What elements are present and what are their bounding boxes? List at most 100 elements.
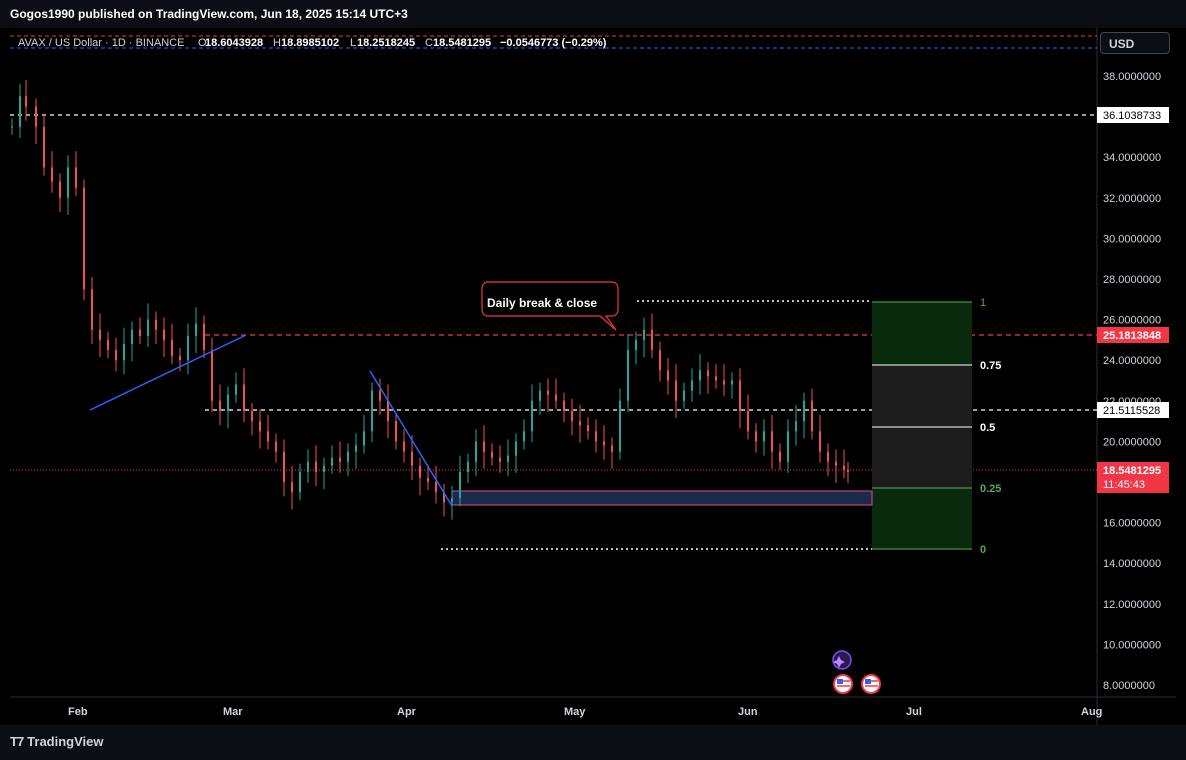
fib-label-025: 0.25 <box>980 483 1001 495</box>
fib-label-05: 0.5 <box>980 422 995 434</box>
price-label-top: 36.1038733 <box>1097 107 1169 123</box>
price-label-red-text: 25.1813848 <box>1103 330 1161 342</box>
candle-body <box>51 167 53 182</box>
candle-body <box>267 431 269 442</box>
candle-body <box>347 451 349 462</box>
candle-body <box>699 370 701 381</box>
price-tick-label: 34.0000000 <box>1103 152 1161 164</box>
candle-body <box>203 323 205 351</box>
candle-body <box>835 461 837 466</box>
candle-body <box>163 329 165 340</box>
price-chart[interactable]: AVAX / US Dollar · 1D · BINANCE O 18.604… <box>10 28 1176 725</box>
candle-body <box>451 498 453 503</box>
candle-body <box>627 350 629 401</box>
fib-label-1: 1 <box>980 297 986 309</box>
candle-body <box>331 457 333 466</box>
price-tick-label: 30.0000000 <box>1103 233 1161 245</box>
candle-body <box>419 465 421 478</box>
price-tick-label: 20.0000000 <box>1103 436 1161 448</box>
time-label-apr: Apr <box>397 706 417 718</box>
candle-body <box>67 167 69 198</box>
us-flag-event-icon[interactable] <box>833 674 853 694</box>
legend-close-label: C <box>425 37 433 49</box>
legend-symbol: AVAX / US Dollar · 1D · BINANCE <box>18 37 184 49</box>
candle-body <box>483 441 485 452</box>
candle-body <box>707 370 709 377</box>
us-flag-event-icon-2[interactable] <box>861 674 881 694</box>
candle-body <box>739 380 741 411</box>
candle-body <box>499 457 501 462</box>
legend-low: 18.2518245 <box>357 37 415 49</box>
candle-body <box>691 380 693 391</box>
candle-body <box>227 394 229 411</box>
candle-body <box>587 425 589 432</box>
candle-body <box>659 350 661 371</box>
candle-body <box>219 400 221 411</box>
time-label-jun: Jun <box>738 706 758 718</box>
legend-close: 18.5481295 <box>433 37 491 49</box>
candle-body <box>283 451 285 482</box>
fib-zone-top <box>872 302 972 365</box>
sparkle-icon[interactable] <box>832 650 852 670</box>
legend-change: −0.0546773 (−0.29%) <box>500 37 607 49</box>
candle-body <box>75 167 77 188</box>
candle-body <box>83 187 85 290</box>
fib-label-0: 0 <box>980 544 986 556</box>
currency-button[interactable]: USD <box>1100 32 1170 54</box>
candle-body <box>355 445 357 452</box>
candle-body <box>555 394 557 401</box>
time-label-may: May <box>564 706 586 718</box>
candle-body <box>571 410 573 422</box>
candle-body <box>539 390 541 401</box>
candle-body <box>315 461 317 472</box>
candle-body <box>235 384 237 395</box>
candle-body <box>771 431 773 452</box>
publisher-bar: Gogos1990 published on TradingView.com, … <box>0 0 1186 28</box>
price-label-red: 25.1813848 <box>1097 327 1169 343</box>
price-label-current: 18.5481295 11:45:43 <box>1097 462 1169 493</box>
candle-body <box>515 441 517 456</box>
candle-body <box>59 181 61 198</box>
price-label-mid: 21.5115528 <box>1097 402 1169 418</box>
demand-zone-box[interactable] <box>451 490 873 506</box>
candle-body <box>563 400 565 411</box>
candle-body <box>715 376 717 381</box>
candle-body <box>523 431 525 442</box>
candle-body <box>667 370 669 381</box>
tradingview-logo[interactable]: T7 TradingView <box>10 734 104 749</box>
candle-body <box>243 384 245 411</box>
candle-body <box>747 410 749 432</box>
legend-high-label: H <box>273 37 281 49</box>
candle-body <box>435 482 437 493</box>
price-tick-label: 14.0000000 <box>1103 558 1161 570</box>
time-label-aug: Aug <box>1081 706 1102 718</box>
candle-body <box>211 350 213 401</box>
candle-body <box>195 323 197 336</box>
footer-brand: TradingView <box>27 734 104 749</box>
candle-body <box>643 329 645 340</box>
candle-body <box>723 380 725 385</box>
candle-body <box>379 390 381 401</box>
candle-body <box>291 482 293 493</box>
candle-body <box>795 421 797 432</box>
candle-body <box>779 451 781 462</box>
time-label-mar: Mar <box>223 706 243 718</box>
footer-bar: T7 TradingView <box>0 725 1186 760</box>
legend-low-label: L <box>350 37 356 49</box>
candle-body <box>339 457 341 462</box>
symbol-legend[interactable]: AVAX / US Dollar · 1D · BINANCE O 18.604… <box>18 37 607 49</box>
candle-body <box>811 400 813 432</box>
candle-body <box>187 335 189 361</box>
price-label-top-text: 36.1038733 <box>1103 110 1161 122</box>
candle-body <box>787 431 789 462</box>
candle-body <box>843 465 845 470</box>
candle-body <box>635 339 637 351</box>
legend-open: 18.6043928 <box>205 37 263 49</box>
candle-body <box>731 380 733 385</box>
candle-body <box>531 400 533 432</box>
candle-body <box>147 319 149 336</box>
candle-body <box>403 441 405 452</box>
price-tick-label: 8.0000000 <box>1103 680 1155 692</box>
candle-body <box>131 329 133 344</box>
price-tick-label: 32.0000000 <box>1103 193 1161 205</box>
